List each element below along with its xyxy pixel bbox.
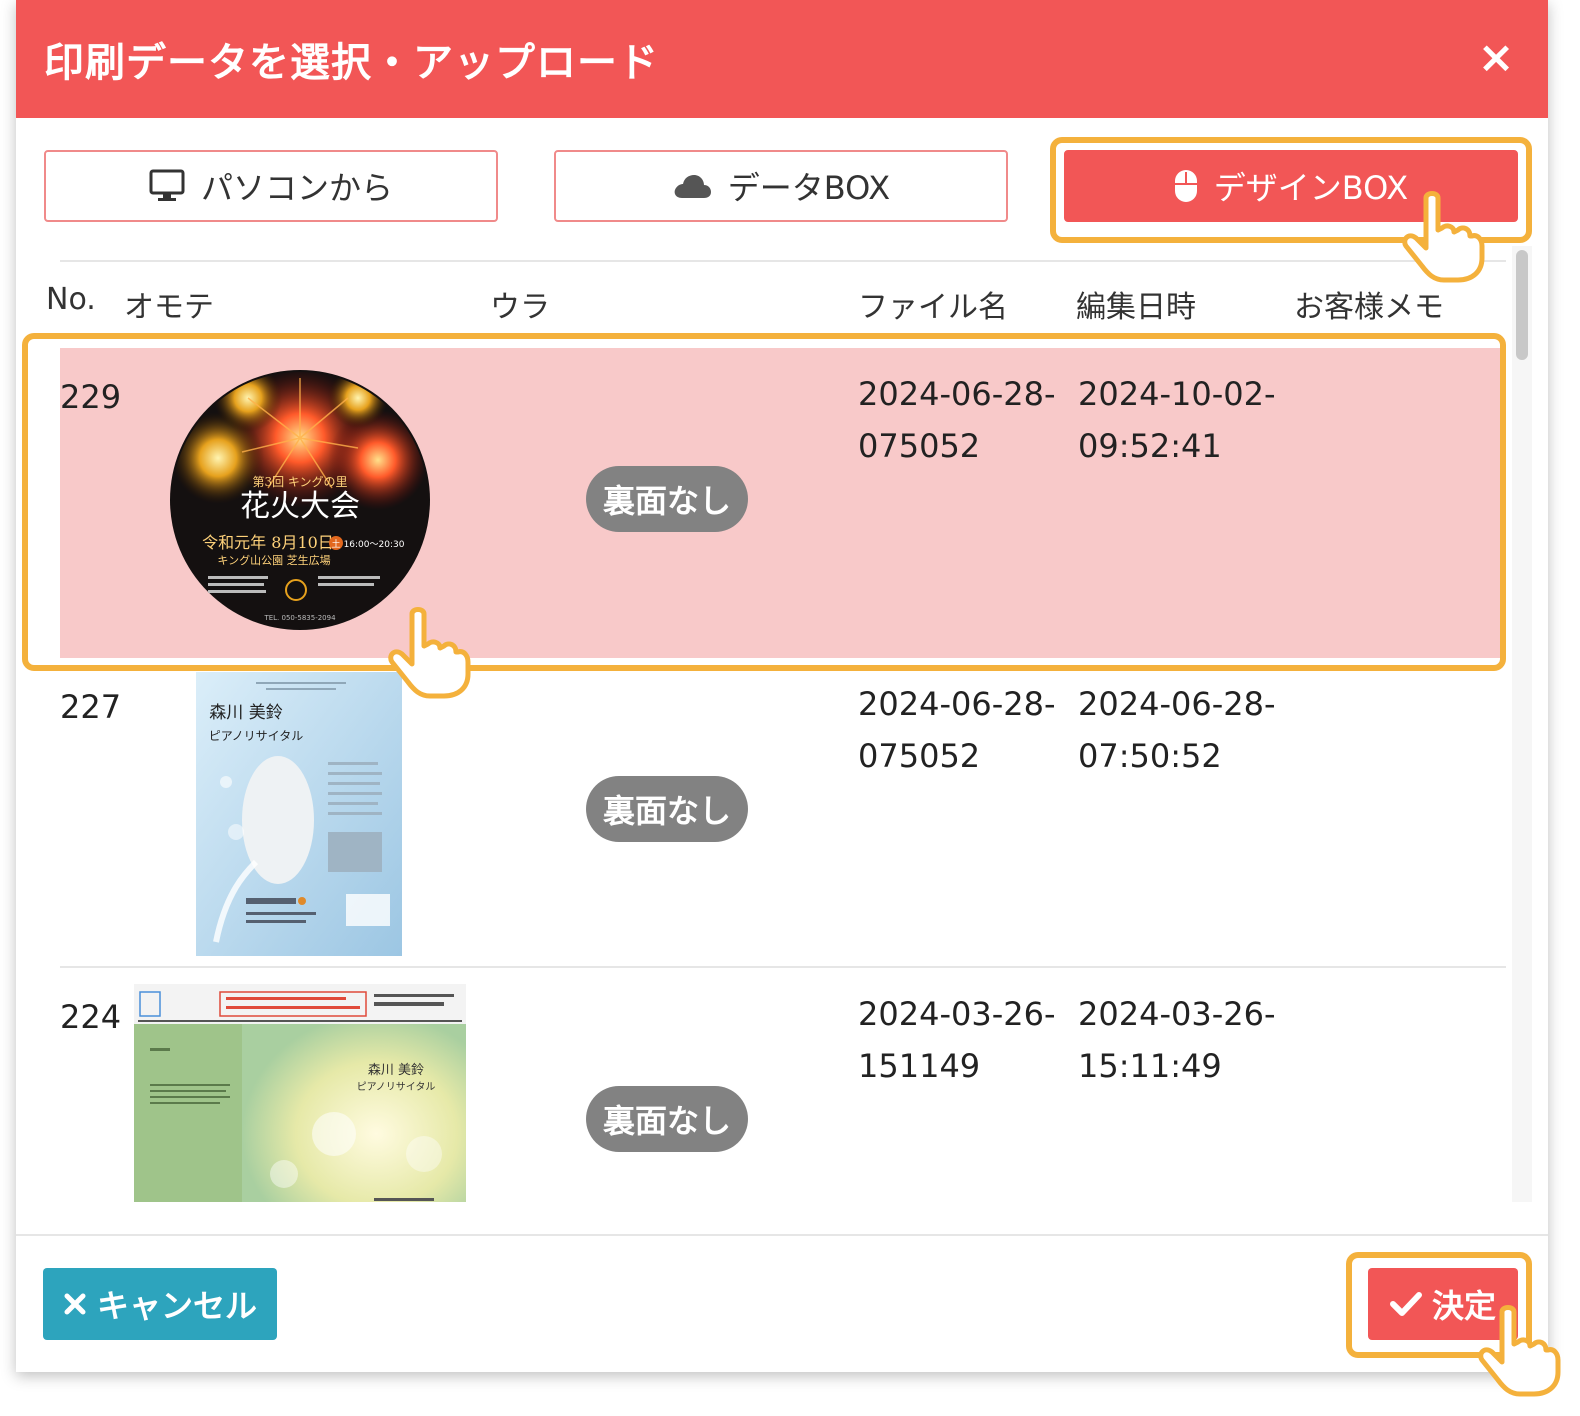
edited-cell: 2024-06-28- 07:50:52 <box>1078 678 1288 782</box>
header-edited: 編集日時 <box>1076 290 1196 325</box>
data-box-button[interactable]: データBOX <box>554 150 1008 222</box>
edited-line1: 2024-10-02- <box>1078 375 1276 413</box>
thumb-subtitle: ピアノリサイタル <box>209 729 303 743</box>
front-thumbnail[interactable]: 森川 美鈴 ピアノリサイタル <box>134 984 466 1202</box>
cancel-label: キャンセル <box>96 1287 257 1325</box>
dialog-title: 印刷データを選択・アップロード <box>44 40 659 86</box>
thumb-time: 16:00～20:30 <box>344 540 405 550</box>
row-number: 229 <box>60 378 122 416</box>
table-row[interactable]: 229 第3回 キングの里 花火大会 令和元年 8月10日 土 16:00～20… <box>60 348 1506 658</box>
filename-cell: 2024-06-28- 075052 <box>858 368 1068 472</box>
hand-pointer-icon <box>1402 191 1485 283</box>
monitor-icon <box>149 169 185 201</box>
row-number: 227 <box>60 688 122 726</box>
table-row[interactable]: 227 森川 美鈴 ピアノリサイタル 裏面なし 2024-06-28- 0750… <box>60 658 1506 968</box>
edited-cell: 2024-03-26- 15:11:49 <box>1078 988 1288 1092</box>
thumb-title: 花火大会 <box>240 489 360 524</box>
filename-line1: 2024-06-28- <box>858 685 1056 723</box>
filename-line1: 2024-06-28- <box>858 375 1056 413</box>
no-back-badge: 裏面なし <box>586 1086 748 1152</box>
hand-pointer-icon <box>388 607 471 699</box>
thumb-date: 令和元年 8月10日 <box>202 533 334 552</box>
edited-line2: 07:50:52 <box>1078 737 1222 775</box>
from-pc-button[interactable]: パソコンから <box>44 150 498 222</box>
front-thumbnail[interactable]: 第3回 キングの里 花火大会 令和元年 8月10日 土 16:00～20:30 … <box>168 368 432 632</box>
dialog-header: 印刷データを選択・アップロード × <box>16 0 1548 118</box>
table-top-divider <box>60 260 1506 262</box>
no-back-badge: 裏面なし <box>586 776 748 842</box>
edited-line2: 15:11:49 <box>1078 1047 1222 1085</box>
filename-line2: 075052 <box>858 427 981 465</box>
filename-cell: 2024-06-28- 075052 <box>858 678 1068 782</box>
cancel-button[interactable]: キャンセル <box>43 1268 277 1340</box>
design-box-label: デザインBOX <box>1213 169 1409 207</box>
upload-dialog: 印刷データを選択・アップロード × パソコンから データBOX デザインBOX … <box>16 0 1548 1372</box>
row-number: 224 <box>60 998 122 1036</box>
thumb-name: 森川 美鈴 <box>368 1063 424 1078</box>
hand-pointer-icon <box>1478 1305 1561 1397</box>
filename-line2: 075052 <box>858 737 981 775</box>
header-front: オモテ <box>124 290 214 325</box>
thumb-weekday: 土 <box>331 538 340 550</box>
file-list: 229 第3回 キングの里 花火大会 令和元年 8月10日 土 16:00～20… <box>42 340 1512 1202</box>
from-pc-label: パソコンから <box>200 169 393 207</box>
thumb-subtitle: ピアノリサイタル <box>357 1081 436 1093</box>
filename-cell: 2024-03-26- 151149 <box>858 988 1068 1092</box>
edited-cell: 2024-10-02- 09:52:41 <box>1078 368 1288 472</box>
footer-divider <box>16 1234 1548 1236</box>
table-row[interactable]: 224 森川 美鈴 ピアノリサイタル 裏面なし 2024-03-26- 1511… <box>60 968 1506 1202</box>
data-box-label: データBOX <box>727 169 891 207</box>
front-thumbnail[interactable]: 森川 美鈴 ピアノリサイタル <box>196 672 402 956</box>
no-back-badge: 裏面なし <box>586 466 748 532</box>
edited-line1: 2024-03-26- <box>1078 995 1276 1033</box>
scrollbar-track[interactable] <box>1512 246 1532 1202</box>
filename-line1: 2024-03-26- <box>858 995 1056 1033</box>
header-memo: お客様メモ <box>1294 290 1444 325</box>
close-icon[interactable]: × <box>1472 30 1520 86</box>
x-icon <box>64 1293 86 1315</box>
thumb-line1: 第3回 キングの里 <box>252 475 347 489</box>
header-no: No. <box>46 282 96 317</box>
filename-line2: 151149 <box>858 1047 981 1085</box>
thumb-tel: TEL. 050-5835-2094 <box>263 614 336 622</box>
check-icon <box>1389 1292 1422 1316</box>
header-back: ウラ <box>490 290 550 325</box>
thumb-venue: キング山公園 芝生広場 <box>217 553 330 567</box>
header-filename: ファイル名 <box>858 290 1008 325</box>
thumb-name: 森川 美鈴 <box>209 703 282 723</box>
mouse-icon <box>1174 170 1197 202</box>
edited-line2: 09:52:41 <box>1078 427 1222 465</box>
scrollbar-thumb[interactable] <box>1516 250 1528 360</box>
cloud-icon <box>674 175 711 198</box>
edited-line1: 2024-06-28- <box>1078 685 1276 723</box>
